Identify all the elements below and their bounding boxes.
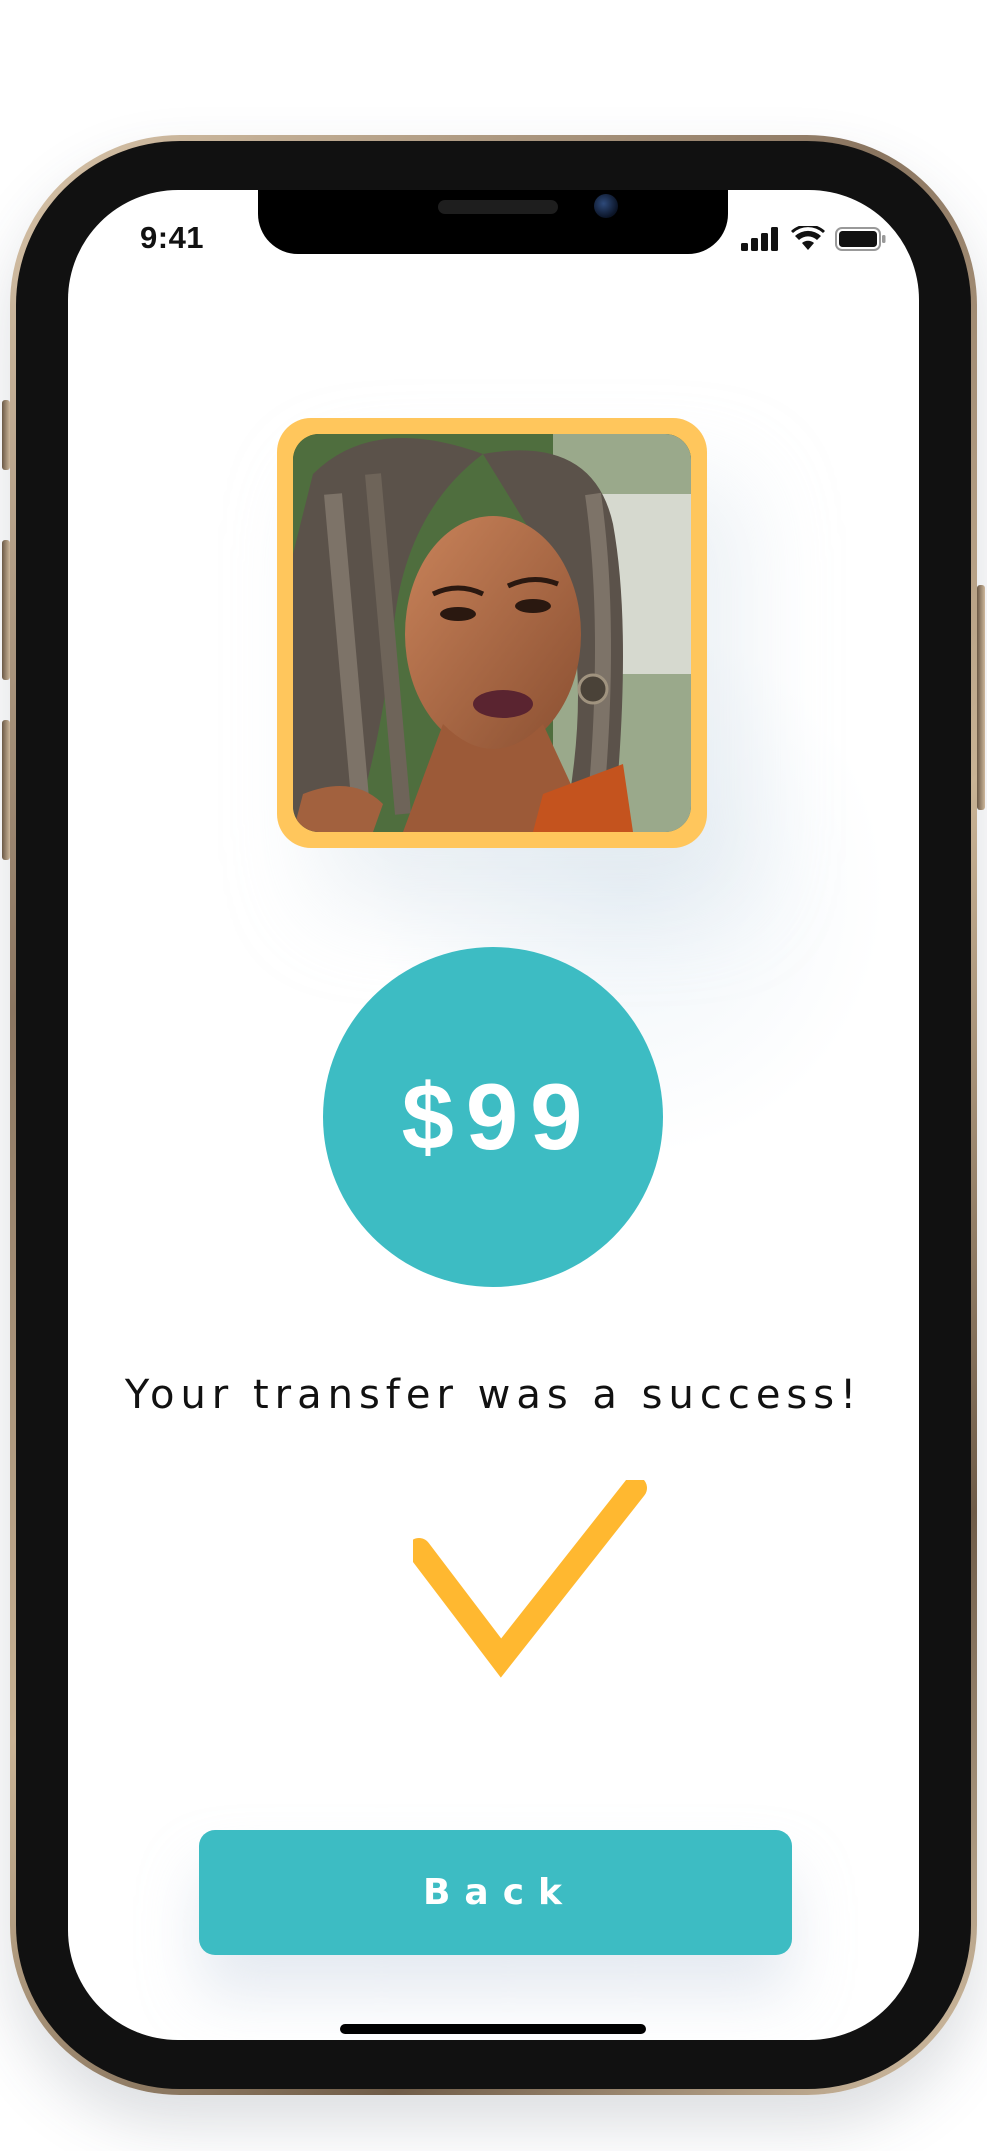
- portrait-illustration: [293, 434, 691, 832]
- mute-switch: [2, 400, 10, 470]
- power-button: [977, 585, 985, 810]
- status-time: 9:41: [140, 220, 205, 255]
- cellular-signal-icon: [741, 227, 778, 251]
- wifi-icon: [791, 226, 825, 250]
- transfer-amount: $99: [401, 1064, 595, 1169]
- front-camera: [594, 194, 618, 218]
- profile-photo: [293, 434, 691, 832]
- success-message: Your transfer was a success!: [124, 1372, 863, 1418]
- battery-icon: [835, 227, 886, 251]
- profile-photo-frame: [277, 418, 707, 848]
- notch: [258, 190, 728, 254]
- home-indicator[interactable]: [340, 2024, 646, 2034]
- status-icons: [741, 226, 887, 252]
- app-stage: 9:41 $99 Your transfer was a success! Ba…: [0, 0, 987, 2151]
- amount-circle: $99: [323, 947, 663, 1287]
- volume-down-button: [2, 720, 10, 860]
- checkmark-icon: [413, 1480, 647, 1678]
- back-button[interactable]: Back: [199, 1830, 792, 1955]
- volume-up-button: [2, 540, 10, 680]
- speaker-grille: [438, 200, 558, 214]
- phone-screen: 9:41 $99 Your transfer was a success! Ba…: [68, 190, 919, 2040]
